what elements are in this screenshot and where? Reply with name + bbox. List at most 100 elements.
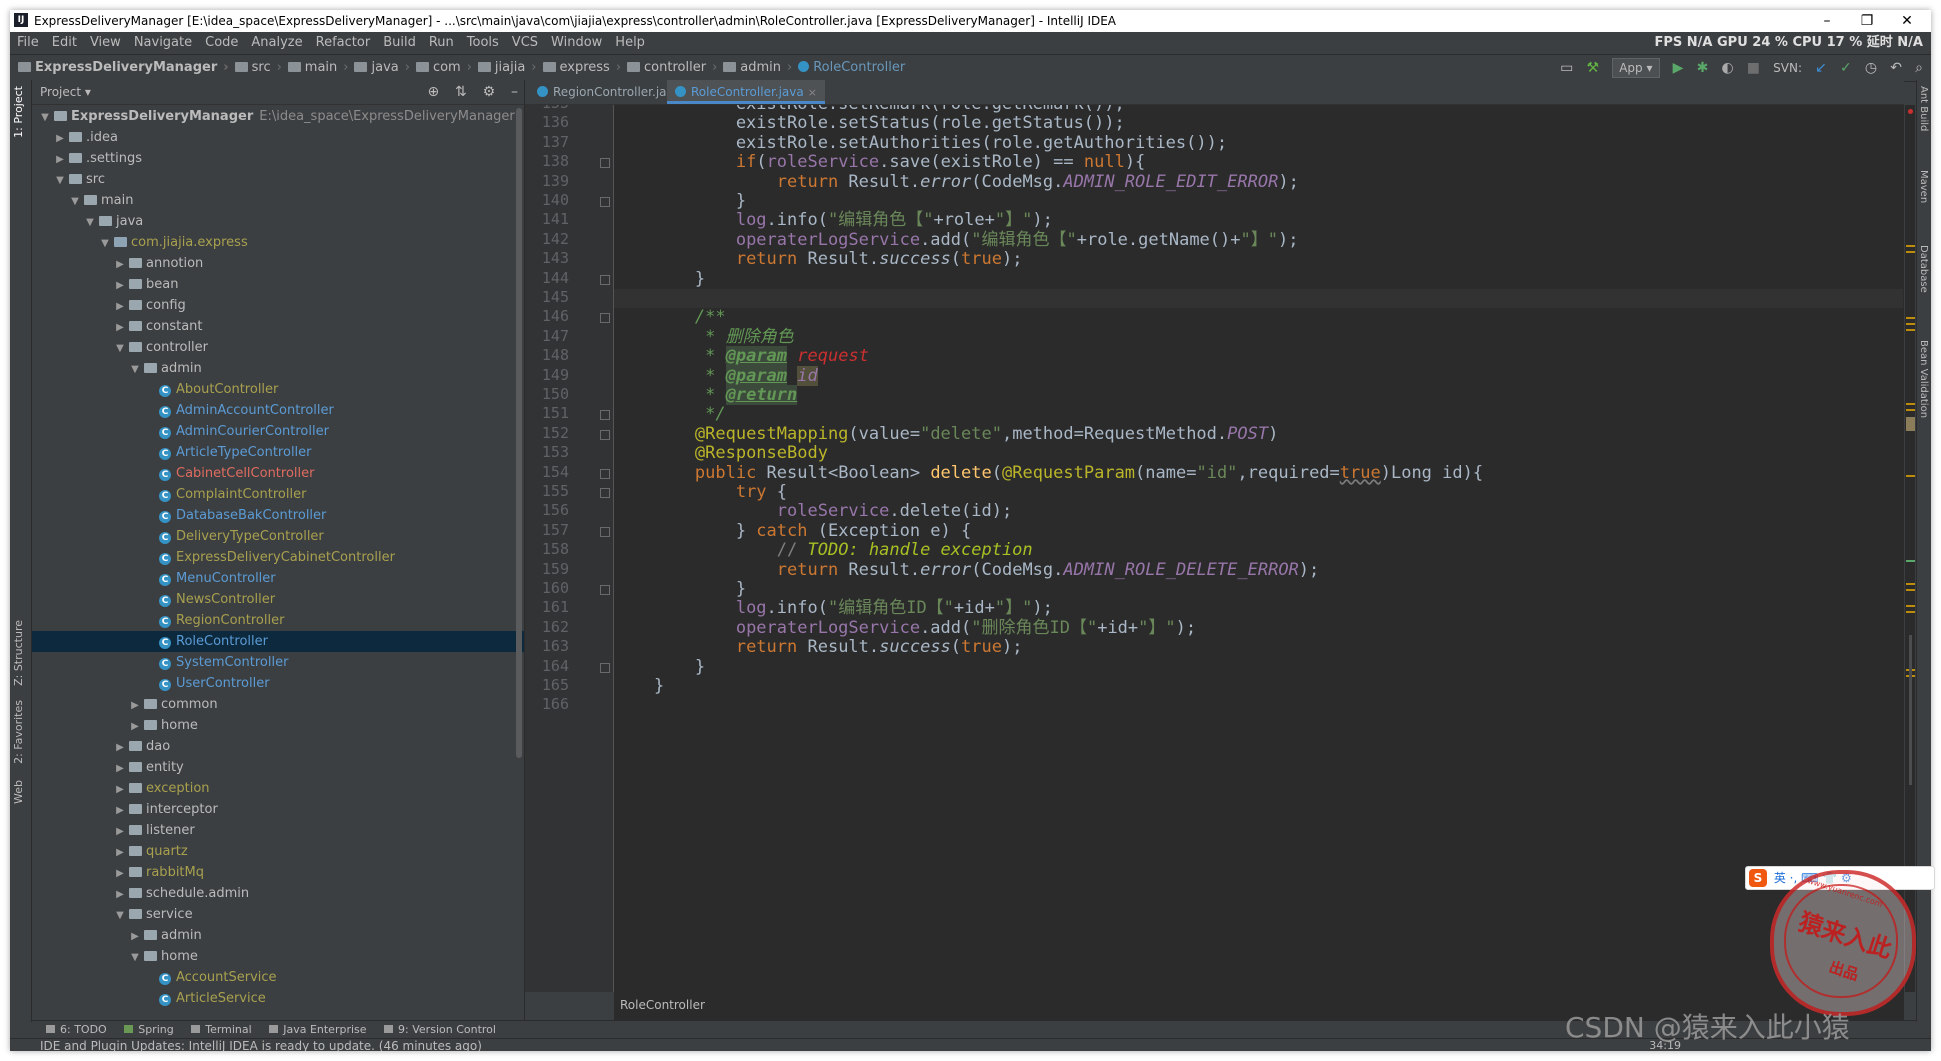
code-line[interactable]: existRole.setAuthorities(role.getAuthori… xyxy=(614,133,1227,153)
code-line[interactable]: } xyxy=(614,579,746,599)
collapsed-arrow-icon[interactable]: ▶ xyxy=(113,779,127,800)
line-number[interactable]: 148 xyxy=(525,346,569,364)
line-number[interactable]: 147 xyxy=(525,327,569,345)
menu-vcs[interactable]: VCS xyxy=(505,32,544,54)
collapsed-arrow-icon[interactable]: ▶ xyxy=(128,716,142,737)
code-line[interactable]: return Result.error(CodeMsg.ADMIN_ROLE_E… xyxy=(614,172,1299,192)
expanded-arrow-icon[interactable]: ▼ xyxy=(38,107,52,128)
code-line[interactable]: operaterLogService.add("删除角色ID【"+id+"】")… xyxy=(614,618,1196,638)
line-number[interactable]: 161 xyxy=(525,598,569,616)
search-icon[interactable]: ⌕ xyxy=(1915,55,1923,81)
build-icon[interactable]: ⚒ xyxy=(1587,55,1600,81)
line-number[interactable]: 143 xyxy=(525,249,569,267)
line-number[interactable]: 163 xyxy=(525,637,569,655)
svn-update-icon[interactable]: ↙ xyxy=(1815,55,1827,81)
fold-marker-icon[interactable] xyxy=(600,410,610,421)
expanded-arrow-icon[interactable]: ▼ xyxy=(83,212,97,233)
tree-node[interactable]: ▶ config xyxy=(32,295,524,316)
tree-node[interactable]: ▼ service xyxy=(32,904,524,925)
tree-node[interactable]: ▼ src xyxy=(32,169,524,190)
code-line[interactable]: * @param id xyxy=(614,365,818,386)
line-number[interactable]: 160 xyxy=(525,579,569,597)
collapsed-arrow-icon[interactable]: ▶ xyxy=(53,149,67,170)
tree-node[interactable]: ▶ listener xyxy=(32,820,524,841)
warning-marker[interactable] xyxy=(1906,409,1915,411)
tree-node[interactable]: ▶ home xyxy=(32,715,524,736)
collapsed-arrow-icon[interactable]: ▶ xyxy=(113,275,127,296)
menu-code[interactable]: Code xyxy=(198,32,244,54)
tree-node[interactable]: C NewsController xyxy=(32,589,524,610)
tree-node[interactable]: ▼ admin xyxy=(32,358,524,379)
close-tab-icon[interactable]: × xyxy=(808,86,817,99)
line-number[interactable]: 139 xyxy=(525,172,569,190)
line-number[interactable]: 146 xyxy=(525,307,569,325)
expanded-arrow-icon[interactable]: ▼ xyxy=(68,191,82,212)
tool-tab-structure[interactable]: Z: Structure xyxy=(12,620,25,686)
change-marker[interactable] xyxy=(1906,560,1915,562)
close-button[interactable]: ✕ xyxy=(1887,10,1927,32)
menu-navigate[interactable]: Navigate xyxy=(127,32,198,54)
tree-node[interactable]: ▶ entity xyxy=(32,757,524,778)
breadcrumb-item[interactable]: express › xyxy=(542,55,621,81)
line-number[interactable]: 141 xyxy=(525,210,569,228)
tree-node[interactable]: ▶ .settings xyxy=(32,148,524,169)
line-number[interactable]: 156 xyxy=(525,501,569,519)
warning-marker[interactable] xyxy=(1906,583,1915,585)
tree-node[interactable]: ▼ controller xyxy=(32,337,524,358)
menu-refactor[interactable]: Refactor xyxy=(309,32,377,54)
fold-marker-icon[interactable] xyxy=(600,488,610,498)
menu-help[interactable]: Help xyxy=(608,32,651,54)
menu-tools[interactable]: Tools xyxy=(460,32,505,54)
tree-node[interactable]: ▶ schedule.admin xyxy=(32,883,524,904)
minimize-button[interactable]: – xyxy=(1807,10,1847,32)
warning-marker[interactable] xyxy=(1906,475,1915,477)
line-number[interactable]: 153 xyxy=(525,443,569,461)
warning-marker[interactable] xyxy=(1906,245,1915,247)
warning-marker[interactable] xyxy=(1906,317,1915,319)
breadcrumb-item[interactable]: src › xyxy=(234,55,282,81)
collapsed-arrow-icon[interactable]: ▶ xyxy=(113,758,127,779)
locate-icon[interactable]: ⊕ xyxy=(427,84,439,100)
breadcrumb-item[interactable]: admin › xyxy=(723,55,792,81)
tab-region-controller[interactable]: RegionController.java xyxy=(529,80,689,104)
line-number[interactable]: 165 xyxy=(525,676,569,694)
tool-tab-terminal[interactable]: Terminal xyxy=(191,1021,252,1039)
revert-icon[interactable]: ↶ xyxy=(1890,55,1902,81)
debug-icon[interactable]: ✱ xyxy=(1697,55,1709,81)
code-line[interactable]: return Result.error(CodeMsg.ADMIN_ROLE_D… xyxy=(614,560,1320,580)
fold-marker-icon[interactable] xyxy=(600,429,610,440)
line-number[interactable]: 162 xyxy=(525,618,569,636)
tool-tab-spring[interactable]: Spring xyxy=(124,1021,174,1039)
fold-marker-icon[interactable] xyxy=(600,274,610,285)
code-line[interactable]: */ xyxy=(614,405,725,424)
collapsed-arrow-icon[interactable]: ▶ xyxy=(128,695,142,716)
line-number[interactable]: 166 xyxy=(525,695,569,713)
line-number[interactable]: 138 xyxy=(525,152,569,170)
collapsed-arrow-icon[interactable]: ▶ xyxy=(113,863,127,884)
coverage-icon[interactable]: ◐ xyxy=(1721,55,1733,81)
fold-marker-icon[interactable] xyxy=(600,585,610,595)
line-number[interactable]: 150 xyxy=(525,385,569,403)
tree-node[interactable]: ▶ .idea xyxy=(32,127,524,148)
tab-role-controller[interactable]: RoleController.java × xyxy=(667,80,825,104)
collapsed-arrow-icon[interactable]: ▶ xyxy=(53,128,67,149)
line-number[interactable]: 144 xyxy=(525,269,569,287)
line-number[interactable]: 154 xyxy=(525,463,569,481)
expanded-arrow-icon[interactable]: ▼ xyxy=(113,905,127,926)
tool-tab-favorites[interactable]: 2: Favorites xyxy=(12,700,25,764)
code-line[interactable]: } xyxy=(614,657,705,677)
code-line[interactable]: public Result<Boolean> delete(@RequestPa… xyxy=(614,463,1483,483)
line-number[interactable]: 140 xyxy=(525,191,569,209)
code-line[interactable]: @ResponseBody xyxy=(614,443,828,463)
tree-node[interactable]: ▼ java xyxy=(32,211,524,232)
expanded-arrow-icon[interactable]: ▼ xyxy=(128,947,142,968)
warning-marker[interactable] xyxy=(1906,329,1915,331)
collapsed-arrow-icon[interactable]: ▶ xyxy=(113,296,127,317)
menu-edit[interactable]: Edit xyxy=(45,32,83,54)
tool-tab-todo[interactable]: 6: TODO xyxy=(46,1021,107,1039)
tree-node[interactable]: ▶ constant xyxy=(32,316,524,337)
fold-marker-icon[interactable] xyxy=(600,526,610,537)
stop-icon[interactable]: ■ xyxy=(1747,55,1760,81)
warning-marker[interactable] xyxy=(1906,251,1915,253)
code-line[interactable]: * @param request xyxy=(614,346,869,367)
